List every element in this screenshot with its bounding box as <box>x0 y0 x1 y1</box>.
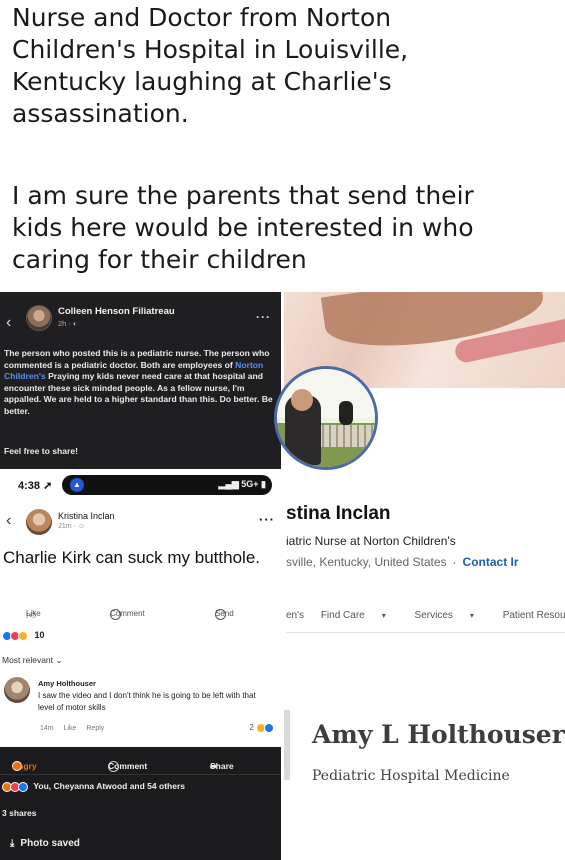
location-arrow-icon: ➚ <box>43 480 53 492</box>
comment-sort-dropdown[interactable]: Most relevant ⌄ <box>2 655 63 666</box>
post-actions: 👍︎ Like Comment Send <box>26 609 234 621</box>
repost-body: The person who posted this is a pediatri… <box>4 348 273 416</box>
friends-icon: ☺ <box>77 523 85 530</box>
nav-item-find-care[interactable]: Find Care ▾ <box>321 610 398 621</box>
chevron-down-icon: ▾ <box>469 611 474 620</box>
commenter-avatar[interactable] <box>4 677 30 703</box>
repost-author-name[interactable]: Colleen Henson Filiatreau <box>58 306 175 317</box>
signal-bars-icon: ▂▄▆ <box>218 479 239 489</box>
globe-icon: ◐ <box>73 319 78 328</box>
nav-item-brand[interactable]: en's <box>286 610 304 621</box>
post-header: ‹ Kristina Inclan 21m · ☺ ··· <box>0 504 281 540</box>
more-options-icon[interactable]: ··· <box>256 310 271 324</box>
card-accent-bar <box>284 710 290 780</box>
back-arrow-icon[interactable]: ‹ <box>6 512 11 530</box>
doctor-profile-card: Amy L Holthouser Pediatric Hospital Medi… <box>284 710 565 860</box>
navigation-icon: ▲ <box>70 478 84 492</box>
battery-icon: ▮ <box>261 479 266 489</box>
status-bar: 4:38 ➚ ▲ ▂▄▆ 5G+ ▮ <box>0 469 281 499</box>
comment-reaction-count[interactable]: 2 <box>249 723 274 733</box>
post-meta: 21m · ☺ <box>58 523 85 530</box>
comment-time: 14m <box>40 725 54 732</box>
repost-meta: 2h · ◐ <box>58 319 78 328</box>
like-reaction-icon <box>18 781 28 792</box>
photo-saved-toast: ⤓ Photo saved <box>10 838 80 849</box>
dynamic-island: ▲ ▂▄▆ 5G+ ▮ <box>62 475 272 495</box>
like-reaction-icon <box>264 723 274 733</box>
divider <box>0 774 281 775</box>
chevron-down-icon: ▾ <box>381 611 386 620</box>
post-author-avatar[interactable] <box>26 509 52 535</box>
status-time: 4:38 ➚ <box>18 480 53 492</box>
nav-item-services[interactable]: Services ▾ <box>415 610 486 621</box>
profile-headline: iatric Nurse at Norton Children's <box>286 534 456 548</box>
comment-meta: 14m Like Reply <box>40 725 112 732</box>
comment-text: I saw the video and I don't think he is … <box>38 691 256 712</box>
chevron-down-icon: ⌄ <box>55 655 63 665</box>
doctor-name: Amy L Holthouser <box>312 720 565 749</box>
more-options-icon[interactable]: ··· <box>259 512 275 527</box>
subline-text: I am sure the parents that send their ki… <box>12 181 474 274</box>
headline-text: Nurse and Doctor from Norton Children's … <box>12 3 409 128</box>
back-arrow-icon[interactable]: ‹ <box>6 314 11 332</box>
comment-reply-link[interactable]: Reply <box>86 725 104 732</box>
repost-panel: ‹ Colleen Henson Filiatreau 2h · ◐ ··· T… <box>0 292 281 469</box>
nav-item-patient-resources[interactable]: Patient Resource <box>503 610 565 621</box>
share-count[interactable]: 3 shares <box>2 808 37 818</box>
profile-photo[interactable] <box>274 366 378 470</box>
post-action-bar: Angry Comment ➦ Share <box>12 761 234 772</box>
post-author-name[interactable]: Kristina Inclan <box>58 511 115 521</box>
commenter-name[interactable]: Amy Holthouser <box>38 679 274 688</box>
post-footer: Angry Comment ➦ Share You, Cheyanna Atwo… <box>0 747 281 860</box>
contact-info-link[interactable]: Contact Ir <box>463 555 519 569</box>
signal-indicator: ▂▄▆ 5G+ ▮ <box>218 479 266 489</box>
nav-divider <box>286 632 565 633</box>
comment-like-link[interactable]: Like <box>64 725 77 732</box>
comment-bubble: Amy Holthouser I saw the video and I don… <box>38 679 274 713</box>
reaction-summary[interactable]: 10 <box>2 630 45 641</box>
hospital-site-nav: en's Find Care▾ Services▾ Patient Resour… <box>286 610 565 621</box>
repost-share-line: Feel free to share! <box>4 446 79 456</box>
download-icon: ⤓ <box>10 838 15 849</box>
profile-name: stina Inclan <box>286 503 391 524</box>
doctor-specialty: Pediatric Hospital Medicine <box>312 768 510 784</box>
post-text: Charlie Kirk can suck my butthole. <box>3 548 260 567</box>
haha-reaction-icon <box>18 630 28 641</box>
repost-author-avatar[interactable] <box>26 305 52 331</box>
profile-location: sville, Kentucky, United States · Contact … <box>286 555 519 569</box>
reactors-line[interactable]: You, Cheyanna Atwood and 54 others <box>2 781 185 792</box>
